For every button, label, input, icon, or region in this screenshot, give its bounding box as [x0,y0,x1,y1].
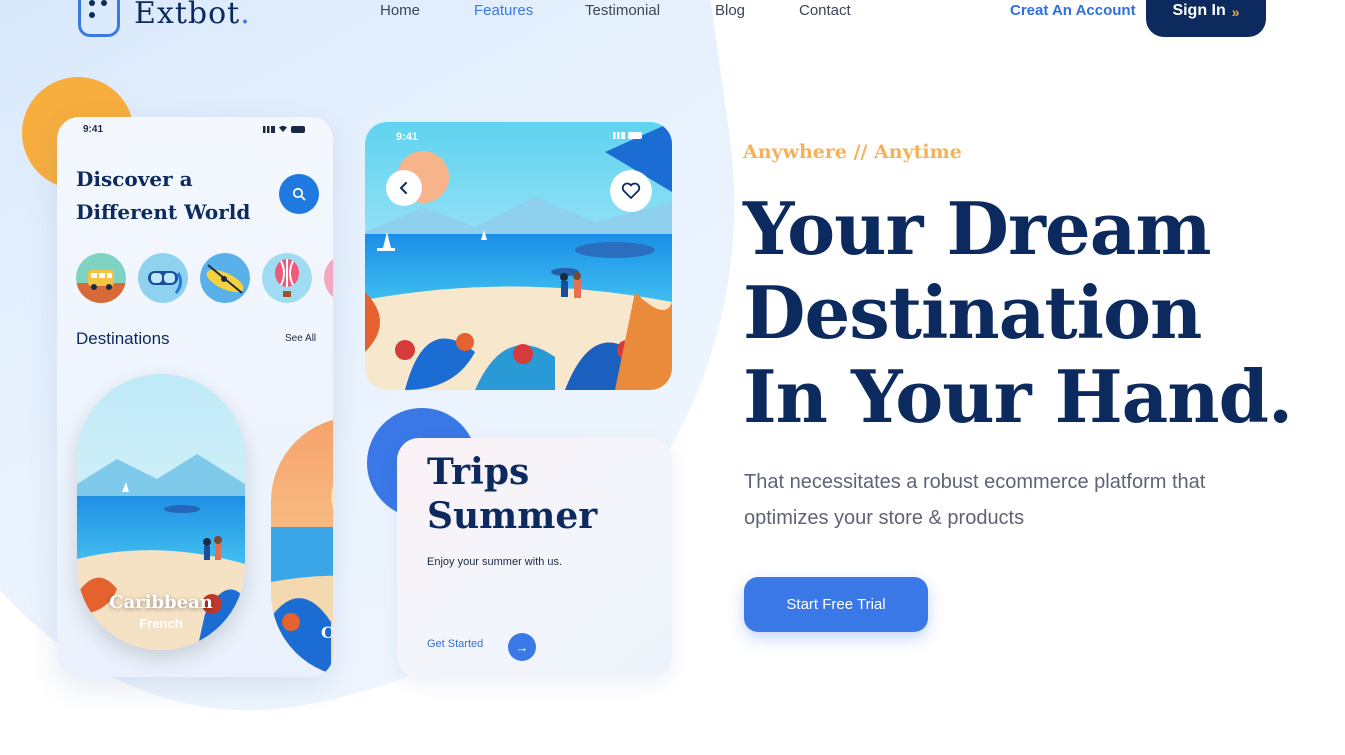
wifi-icon [279,125,287,132]
sign-in-label: Sign In [1172,2,1226,19]
nav-contact[interactable]: Contact [799,2,851,19]
chevron-left-icon [399,182,407,194]
trips-title: Trips Summer [427,451,598,537]
get-started-link[interactable]: Get Started [427,638,483,650]
card-title: Caribbean [109,592,213,613]
logo-text: Extbot. [134,0,251,31]
phone-title: Discover a Different World [76,167,251,224]
hot-air-balloon-category-icon[interactable] [262,253,312,303]
hero-description: That necessitates a robust ecommerce pla… [744,471,1206,529]
partial-card-title: C [321,623,333,642]
phone-mockup: 9:41 Discover a Different World Destinat… [57,117,333,677]
start-free-trial-button[interactable]: Start Free Trial [744,577,928,632]
status-icons [263,125,305,133]
signal-icon [263,125,275,133]
favorite-button[interactable] [610,170,652,212]
nav-home[interactable]: Home [380,2,420,19]
trips-subtitle: Enjoy your summer with us. [427,556,563,568]
diving-mask-category-icon[interactable] [138,253,188,303]
category-list [76,253,333,303]
destination-card-caribbean[interactable]: Caribbean French [77,374,245,650]
search-icon [292,187,306,201]
back-button[interactable] [386,170,422,206]
partial-category-icon[interactable] [324,253,333,303]
destination-card-partial[interactable]: C [271,417,333,677]
signal-icon [613,132,625,139]
tropical-beach-illustration [365,122,672,390]
beach-photo-card[interactable]: 9:41 [365,122,672,390]
see-all-link[interactable]: See All [285,333,316,344]
battery-icon [628,132,642,139]
double-chevron-icon: » [1231,4,1240,20]
status-time: 9:41 [83,124,104,135]
heart-icon [621,182,641,199]
arrow-right-icon[interactable]: → [508,633,536,661]
logo[interactable]: Extbot. [78,0,251,37]
sign-in-button[interactable]: Sign In » [1146,0,1266,37]
bus-category-icon[interactable] [76,253,126,303]
nav-features[interactable]: Features [474,2,533,19]
kayak-category-icon[interactable] [200,253,250,303]
nav-testimonial[interactable]: Testimonial [585,2,660,19]
beach-status-icons [613,132,642,139]
trips-summer-card[interactable]: Trips Summer Enjoy your summer with us. … [397,438,672,678]
search-button[interactable] [279,174,319,214]
card-subtitle: French [139,616,183,631]
battery-icon [291,125,305,133]
nav-blog[interactable]: Blog [715,2,745,19]
logo-icon [78,0,120,37]
hero-headline: Your Dream Destination In Your Hand. [743,186,1293,439]
hero-eyebrow: Anywhere // Anytime [743,141,962,163]
beach-status-time: 9:41 [396,131,419,143]
destinations-heading: Destinations [76,329,170,348]
create-account-link[interactable]: Creat An Account [1010,2,1136,19]
